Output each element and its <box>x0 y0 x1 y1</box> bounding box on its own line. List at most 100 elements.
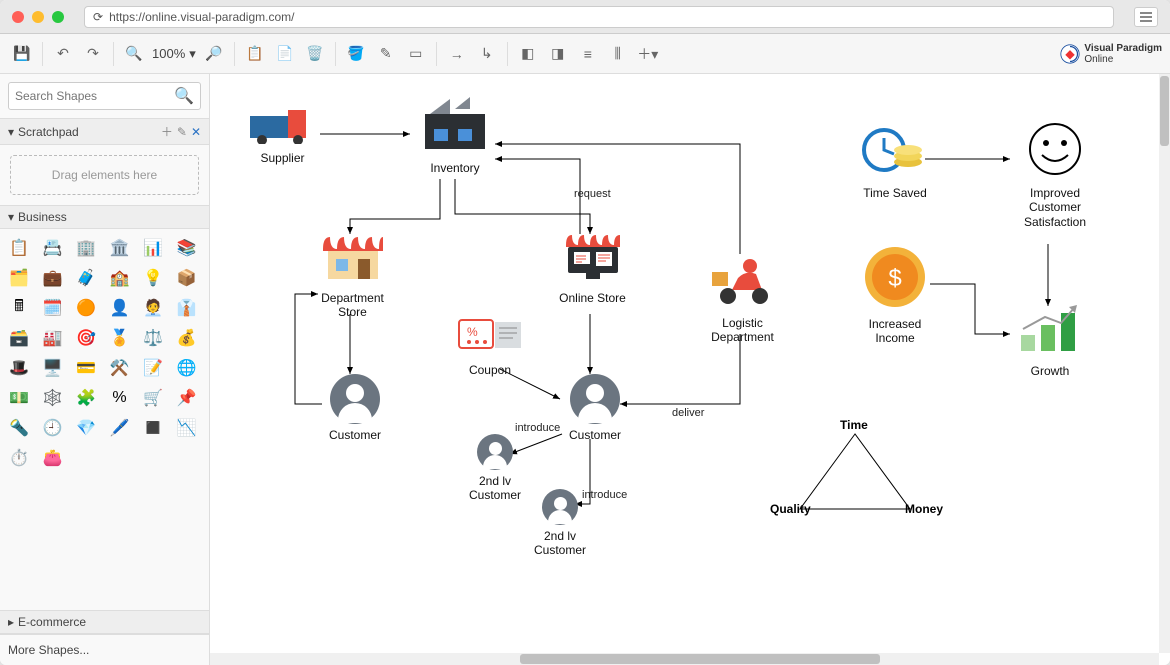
node-2nd-customer-1[interactable]: 2nd lv Customer <box>465 434 525 503</box>
brand-logo: Visual ParadigmOnline <box>1060 43 1162 65</box>
palette-shape[interactable]: 🏫 <box>107 265 133 291</box>
add-button[interactable]: ＋▾ <box>634 40 662 68</box>
more-shapes-button[interactable]: More Shapes... <box>0 634 209 665</box>
address-bar[interactable]: ⟳ https://online.visual-paradigm.com/ <box>84 6 1114 28</box>
vertical-scrollbar[interactable] <box>1159 74 1170 653</box>
palette-shape[interactable]: ⚒️ <box>107 355 133 381</box>
palette-shape[interactable]: 🌐 <box>174 355 200 381</box>
shadow-button[interactable]: ▭ <box>402 40 430 68</box>
palette-shape[interactable]: 📦 <box>174 265 200 291</box>
titlebar: ⟳ https://online.visual-paradigm.com/ <box>0 0 1170 34</box>
scratchpad-dropzone[interactable]: Drag elements here <box>10 155 199 195</box>
node-dept-store[interactable]: Department Store <box>310 229 395 320</box>
node-increased[interactable]: $ Increased Income <box>850 244 940 346</box>
paste-button[interactable]: 📄 <box>271 40 299 68</box>
palette-shape[interactable]: 🏢 <box>73 235 99 261</box>
node-improved[interactable]: Improved Customer Satisfaction <box>1010 119 1100 229</box>
palette-shape[interactable]: 💎 <box>73 415 99 441</box>
node-online-store[interactable]: Online Store <box>550 229 635 305</box>
edit-icon[interactable]: ✎ <box>177 125 187 139</box>
palette-shape[interactable]: 💰 <box>174 325 200 351</box>
palette-shape[interactable]: 🔦 <box>6 415 32 441</box>
palette-shape[interactable]: 💵 <box>6 385 32 411</box>
node-2nd-customer-2[interactable]: 2nd lv Customer <box>530 489 590 558</box>
node-time-saved[interactable]: Time Saved <box>850 124 940 200</box>
palette-shape[interactable]: 🛒 <box>140 385 166 411</box>
palette-shape[interactable]: 🗓️ <box>40 295 66 321</box>
palette-shape[interactable]: 📉 <box>174 415 200 441</box>
palette-shape[interactable]: 🖥️ <box>40 355 66 381</box>
ecommerce-section[interactable]: ▸E-commerce <box>0 610 209 634</box>
palette-shape[interactable]: 📋 <box>6 235 32 261</box>
sidebar: 🔍 ▾Scratchpad ＋ ✎ ✕ Drag elements here ▾… <box>0 74 210 665</box>
zoom-level[interactable]: 100% <box>152 46 185 61</box>
palette-shape[interactable]: 👤 <box>107 295 133 321</box>
menu-button[interactable] <box>1134 7 1158 27</box>
node-supplier[interactable]: Supplier <box>240 104 325 165</box>
zoom-in-button[interactable]: 🔎 <box>200 40 228 68</box>
fill-color-button[interactable]: 🪣 <box>342 40 370 68</box>
close-window-button[interactable] <box>12 11 24 23</box>
palette-shape[interactable]: 📝 <box>140 355 166 381</box>
maximize-window-button[interactable] <box>52 11 64 23</box>
palette-shape[interactable]: ◼️ <box>140 415 166 441</box>
node-inventory[interactable]: Inventory <box>410 94 500 175</box>
palette-shape[interactable]: ⏱️ <box>6 445 32 471</box>
node-growth[interactable]: Growth <box>1010 299 1090 378</box>
delete-button[interactable]: 🗑️ <box>301 40 329 68</box>
zoom-out-button[interactable]: 🔍 <box>120 40 148 68</box>
node-customer-2[interactable]: Customer <box>560 374 630 442</box>
palette-shape[interactable]: 🧳 <box>73 265 99 291</box>
connector-straight-button[interactable]: → <box>443 40 471 68</box>
palette-shape[interactable]: 💡 <box>140 265 166 291</box>
palette-shape[interactable]: 📇 <box>40 235 66 261</box>
save-button[interactable]: 💾 <box>8 40 36 68</box>
palette-shape[interactable]: 💼 <box>40 265 66 291</box>
palette-shape[interactable]: 📊 <box>140 235 166 261</box>
to-back-button[interactable]: ◨ <box>544 40 572 68</box>
palette-shape[interactable]: 🧩 <box>73 385 99 411</box>
align-button[interactable]: ≡ <box>574 40 602 68</box>
horizontal-scrollbar[interactable] <box>210 653 1159 665</box>
palette-shape[interactable]: 🕸️ <box>40 385 66 411</box>
palette-shape[interactable]: 👛 <box>40 445 66 471</box>
palette-shape[interactable]: ⚖️ <box>140 325 166 351</box>
to-front-button[interactable]: ◧ <box>514 40 542 68</box>
palette-shape[interactable]: 🏅 <box>107 325 133 351</box>
palette-shape[interactable]: 🏛️ <box>107 235 133 261</box>
palette-shape[interactable]: 🖩 <box>6 295 32 321</box>
node-customer-1[interactable]: Customer <box>320 374 390 442</box>
line-color-button[interactable]: ✎ <box>372 40 400 68</box>
reload-icon[interactable]: ⟳ <box>93 10 103 24</box>
palette-shape[interactable]: 🟠 <box>73 295 99 321</box>
copy-button[interactable]: 📋 <box>241 40 269 68</box>
node-logistic[interactable]: Logistic Department <box>700 254 785 345</box>
palette-shape[interactable]: 🗃️ <box>6 325 32 351</box>
triangle-left: Quality <box>770 502 811 516</box>
palette-shape[interactable]: % <box>107 385 133 411</box>
palette-shape[interactable]: 👔 <box>174 295 200 321</box>
redo-button[interactable]: ↷ <box>79 40 107 68</box>
palette-shape[interactable]: 📌 <box>174 385 200 411</box>
scratchpad-section[interactable]: ▾Scratchpad ＋ ✎ ✕ <box>0 118 209 145</box>
palette-shape[interactable]: 🕘 <box>40 415 66 441</box>
palette-shape[interactable]: 🧑‍💼 <box>140 295 166 321</box>
palette-shape[interactable]: 🗂️ <box>6 265 32 291</box>
search-shapes-input[interactable]: 🔍 <box>8 82 201 110</box>
business-section[interactable]: ▾Business <box>0 205 209 229</box>
palette-shape[interactable]: 🖊️ <box>107 415 133 441</box>
palette-shape[interactable]: 📚 <box>174 235 200 261</box>
add-icon[interactable]: ＋ <box>161 123 173 140</box>
minimize-window-button[interactable] <box>32 11 44 23</box>
node-coupon[interactable]: % Coupon <box>450 314 530 377</box>
palette-shape[interactable]: 🏭 <box>40 325 66 351</box>
canvas[interactable]: request deliver introduce introduce Supp… <box>210 74 1170 665</box>
close-icon[interactable]: ✕ <box>191 125 201 139</box>
palette-shape[interactable]: 🎩 <box>6 355 32 381</box>
palette-shape[interactable]: 🎯 <box>73 325 99 351</box>
palette-shape[interactable]: 💳 <box>73 355 99 381</box>
search-icon[interactable]: 🔍 <box>174 86 194 106</box>
distribute-button[interactable]: ⫼ <box>604 40 632 68</box>
undo-button[interactable]: ↶ <box>49 40 77 68</box>
connector-waypoint-button[interactable]: ↳ <box>473 40 501 68</box>
